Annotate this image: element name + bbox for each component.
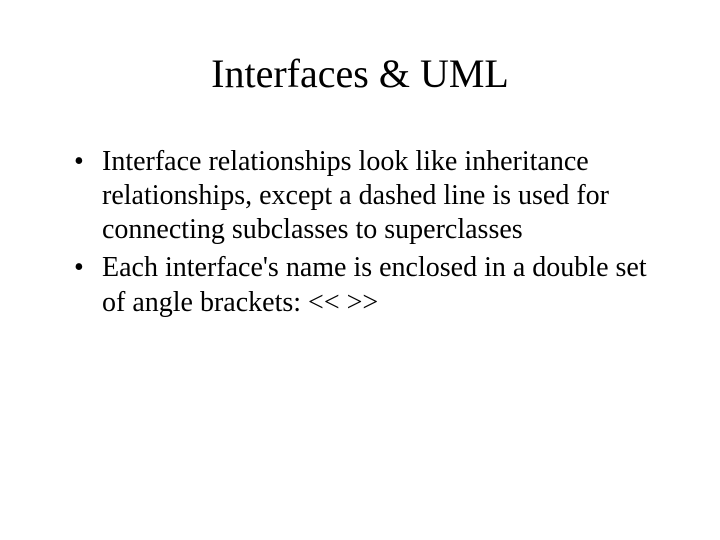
bullet-item: Interface relationships look like inheri…	[70, 145, 660, 247]
slide: Interfaces & UML Interface relationships…	[0, 0, 720, 540]
bullet-item: Each interface's name is enclosed in a d…	[70, 251, 660, 319]
bullet-list: Interface relationships look like inheri…	[70, 145, 660, 320]
slide-title: Interfaces & UML	[60, 50, 660, 97]
